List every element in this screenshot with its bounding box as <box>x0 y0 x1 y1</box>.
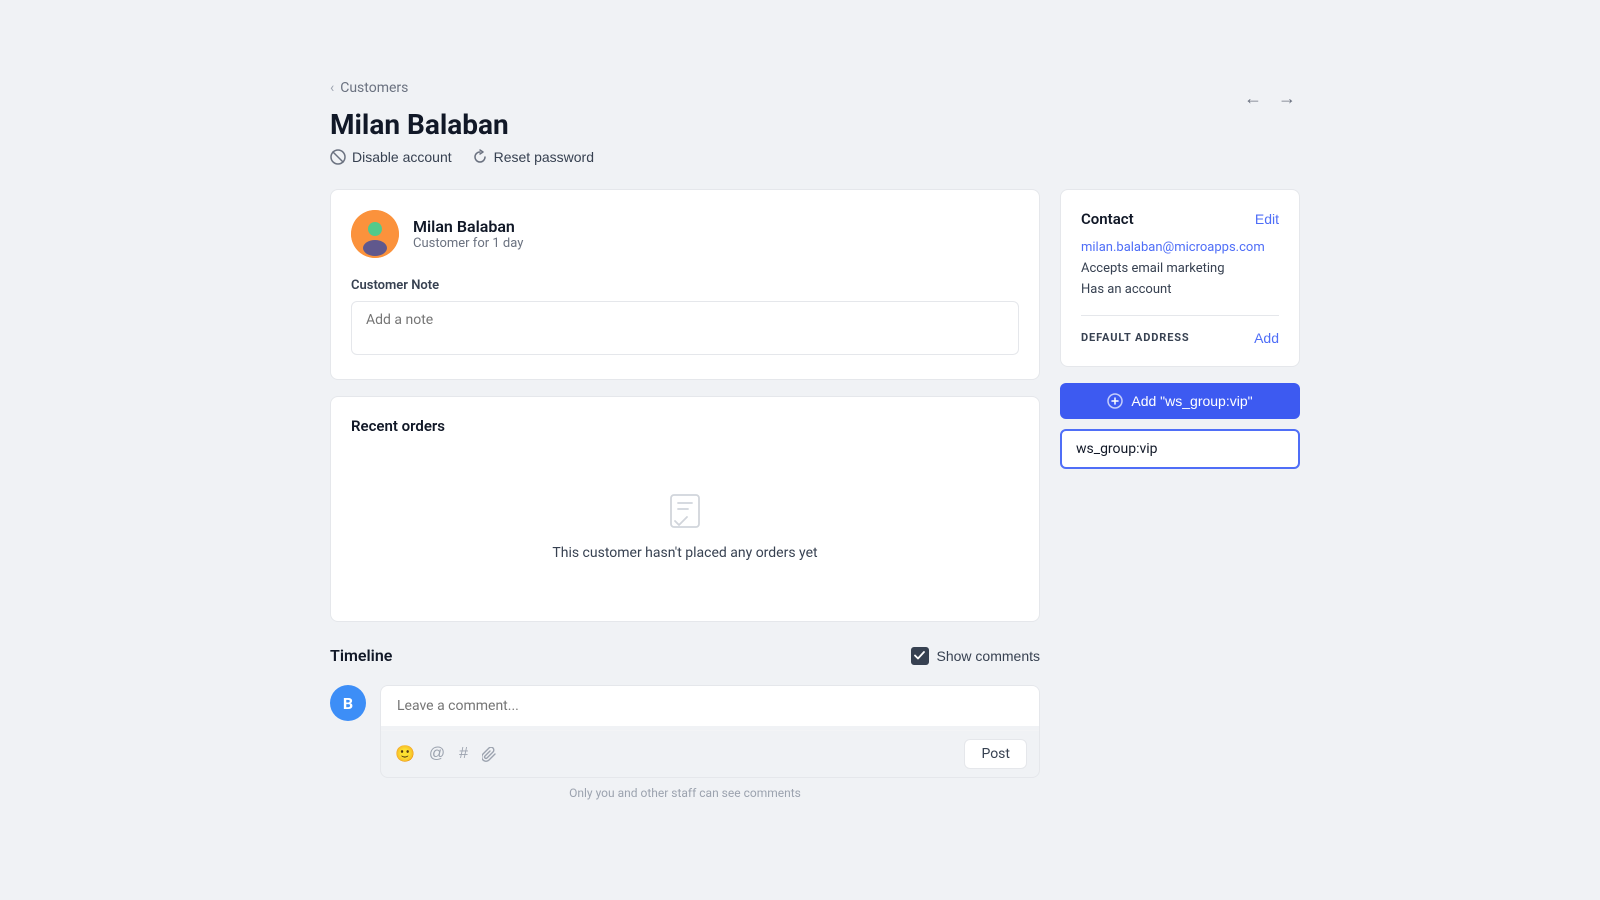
disable-icon <box>330 149 346 165</box>
show-comments-label: Show comments <box>937 648 1040 664</box>
add-tag-label: Add "ws_group:vip" <box>1131 393 1252 409</box>
timeline-title: Timeline <box>330 646 392 665</box>
post-button[interactable]: Post <box>964 739 1027 769</box>
empty-orders-state: This customer hasn't placed any orders y… <box>351 451 1019 601</box>
comment-hint: Only you and other staff can see comment… <box>330 786 1040 800</box>
tag-section: Add "ws_group:vip" <box>1060 383 1300 469</box>
user-avatar-letter: B <box>343 694 353 713</box>
reset-icon <box>472 149 488 165</box>
timeline-section: Timeline Show comments B <box>330 646 1040 800</box>
comment-input[interactable] <box>381 686 1039 726</box>
page-title: Milan Balaban <box>330 108 509 141</box>
add-tag-button[interactable]: Add "ws_group:vip" <box>1060 383 1300 419</box>
attachment-button[interactable] <box>480 742 499 766</box>
customer-since: Customer for 1 day <box>413 236 523 251</box>
recent-orders-title: Recent orders <box>351 417 1019 435</box>
disable-account-button[interactable]: Disable account <box>330 149 452 165</box>
contact-card: Contact Edit milan.balaban@microapps.com… <box>1060 189 1300 367</box>
show-comments-button[interactable]: Show comments <box>911 647 1040 665</box>
disable-account-label: Disable account <box>352 149 452 165</box>
breadcrumb-label: Customers <box>340 80 408 96</box>
next-customer-button[interactable]: → <box>1274 84 1300 113</box>
show-comments-checkbox <box>911 647 929 665</box>
contact-email: milan.balaban@microapps.com <box>1081 240 1279 255</box>
customer-name: Milan Balaban <box>413 217 523 236</box>
back-icon: ‹ <box>330 80 334 96</box>
contact-email-marketing: Accepts email marketing <box>1081 259 1279 280</box>
breadcrumb[interactable]: ‹ Customers <box>330 80 509 96</box>
avatar <box>351 210 399 258</box>
customer-info-card: Milan Balaban Customer for 1 day Custome… <box>330 189 1040 380</box>
contact-title: Contact <box>1081 210 1134 228</box>
add-address-button[interactable]: Add <box>1254 330 1279 346</box>
emoji-button[interactable]: 🙂 <box>393 742 417 766</box>
reset-password-button[interactable]: Reset password <box>472 149 594 165</box>
customer-note-label: Customer Note <box>351 278 1019 293</box>
plus-icon <box>1107 393 1123 409</box>
tag-input[interactable] <box>1060 429 1300 469</box>
empty-orders-text: This customer hasn't placed any orders y… <box>552 545 817 561</box>
comment-input-area: 🙂 @ # Post <box>380 685 1040 778</box>
customer-note-input[interactable] <box>351 301 1019 355</box>
mention-button[interactable]: @ <box>427 742 447 766</box>
contact-has-account: Has an account <box>1081 280 1279 301</box>
edit-contact-button[interactable]: Edit <box>1255 211 1279 227</box>
default-address-label: DEFAULT ADDRESS <box>1081 331 1190 344</box>
hashtag-button[interactable]: # <box>457 742 470 766</box>
empty-orders-icon <box>665 491 705 531</box>
prev-customer-button[interactable]: ← <box>1240 84 1266 113</box>
recent-orders-card: Recent orders This customer hasn't place… <box>330 396 1040 622</box>
reset-password-label: Reset password <box>494 149 594 165</box>
user-avatar: B <box>330 685 366 721</box>
